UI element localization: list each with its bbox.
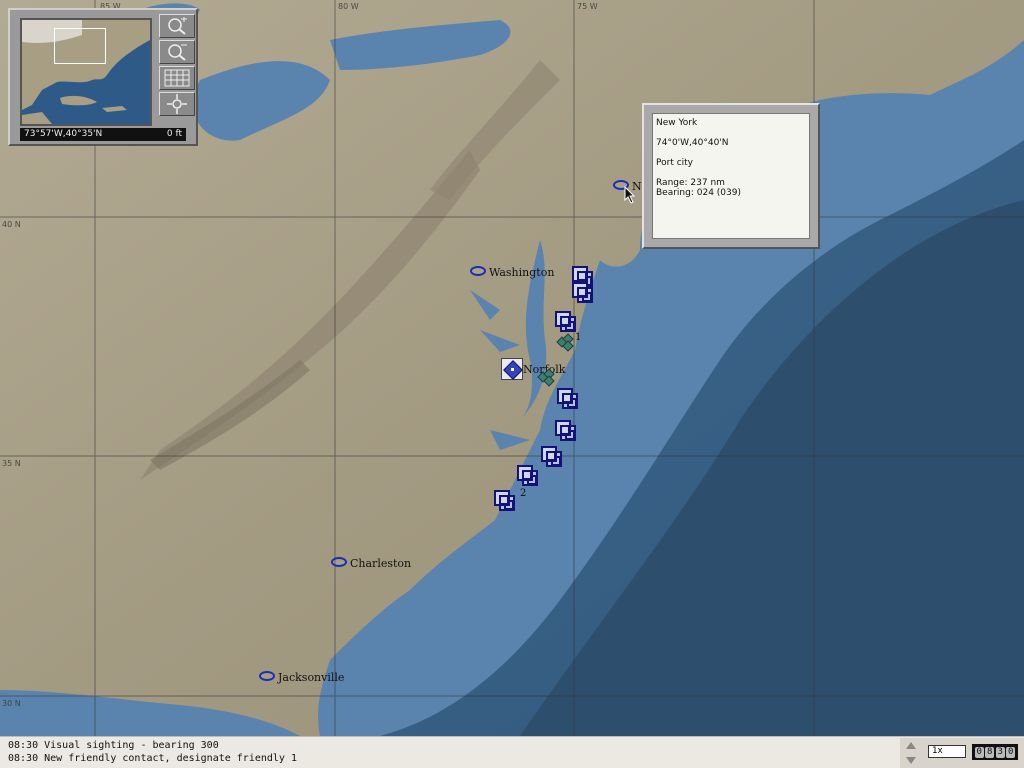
cursor-altitude: 0 ft: [166, 129, 182, 139]
grid-label-35n: 35 N: [2, 459, 21, 468]
zoom-out-button[interactable]: [159, 40, 195, 64]
contact-group-icon[interactable]: [556, 333, 574, 352]
unit-number-label: 2: [520, 488, 527, 499]
grid-label-40n: 40 N: [2, 220, 21, 229]
info-range: Range: 237 nm: [656, 178, 725, 188]
clock-digit: 8: [985, 746, 995, 758]
grid-toggle-button[interactable]: [159, 66, 195, 90]
friendly-unit-icon[interactable]: [555, 420, 577, 442]
overview-minimap[interactable]: [20, 18, 152, 126]
friendly-unit-icon[interactable]: [541, 446, 563, 468]
center-map-button[interactable]: [159, 92, 195, 116]
message-log: 08:30 Visual sighting - bearing 300 08:3…: [0, 736, 1024, 768]
zoom-in-button[interactable]: [159, 14, 195, 38]
city-marker-jacksonville[interactable]: [259, 671, 275, 681]
airbase-icon[interactable]: [501, 358, 523, 380]
clock-digit: 0: [1006, 746, 1016, 758]
friendly-unit-icon[interactable]: [572, 282, 594, 304]
location-info-popup: New York 74°0'W,40°40'N Port city Range:…: [642, 103, 820, 249]
friendly-unit-icon[interactable]: [517, 465, 539, 487]
friendly-unit-icon[interactable]: [494, 490, 516, 512]
message-line: 08:30 Visual sighting - bearing 300: [8, 740, 219, 751]
zoom-out-icon: [168, 44, 187, 61]
grid-icon: [164, 69, 190, 87]
grid-label-30n: 30 N: [2, 699, 21, 708]
mouse-cursor-icon: [624, 186, 636, 204]
city-label-jacksonville: Jacksonville: [278, 671, 345, 684]
unit-number-label: 1: [575, 332, 582, 343]
grid-label-75w: 75 W: [577, 2, 598, 11]
info-content: New York 74°0'W,40°40'N Port city Range:…: [652, 113, 810, 239]
city-label-washington: Washington: [489, 266, 555, 279]
friendly-unit-icon[interactable]: [555, 311, 577, 333]
scroll-arrows-icon[interactable]: [904, 740, 918, 766]
info-name: New York: [656, 118, 698, 128]
city-marker-washington[interactable]: [470, 266, 486, 276]
grid-label-80w: 80 W: [338, 2, 359, 11]
time-compression-field[interactable]: 1x: [928, 745, 966, 758]
contact-group-icon[interactable]: [537, 368, 555, 387]
center-icon: [167, 94, 187, 114]
zoom-in-icon: [168, 17, 187, 35]
cursor-coordinates: 73°57'W,40°35'N: [24, 129, 103, 139]
city-label-charleston: Charleston: [350, 557, 412, 570]
info-coordinates: 74°0'W,40°40'N: [656, 138, 729, 148]
clock-digit: 0: [974, 746, 984, 758]
overview-panel: 73°57'W,40°35'N 0 ft: [8, 8, 198, 146]
cursor-coordinates-bar: 73°57'W,40°35'N 0 ft: [20, 128, 186, 141]
friendly-unit-icon[interactable]: [557, 388, 579, 410]
clock-digit: 3: [995, 746, 1005, 758]
message-line: 08:30 New friendly contact, designate fr…: [8, 753, 297, 764]
city-marker-charleston[interactable]: [331, 557, 347, 567]
info-bearing: Bearing: 024 (039): [656, 188, 741, 198]
game-clock: 0 8 3 0: [972, 744, 1018, 760]
info-type: Port city: [656, 158, 694, 168]
viewport-frame[interactable]: [54, 28, 106, 64]
